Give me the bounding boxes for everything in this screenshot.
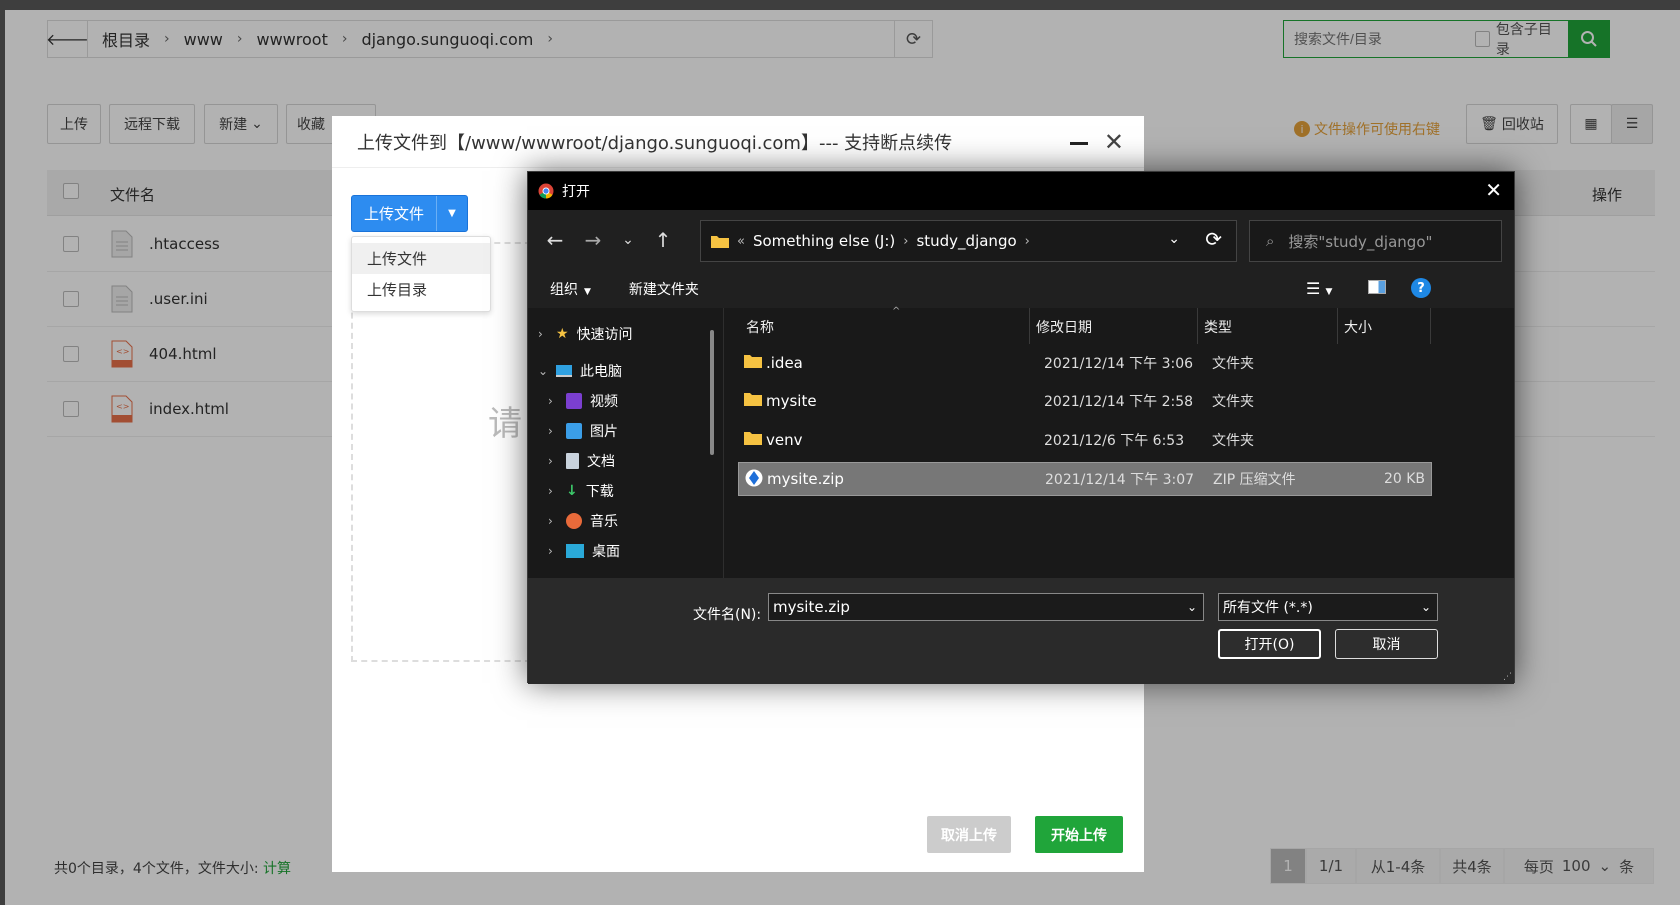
dialog-titlebar: 打开 <box>528 172 1514 210</box>
list-item[interactable]: .idea 2021/12/14 下午 3:06 文件夹 <box>738 346 1432 380</box>
dialog-search-input[interactable]: ⌕ 搜索"study_django" <box>1249 220 1502 262</box>
folder-icon <box>711 236 729 248</box>
zip-file-icon <box>745 469 763 487</box>
filetype-select[interactable]: 所有文件 (*.*) ⌄ <box>1218 593 1438 621</box>
download-icon: ↓ <box>566 483 578 499</box>
nav-quick-access[interactable]: › ★ 快速访问 <box>538 324 633 344</box>
col-type[interactable]: 类型 <box>1204 308 1232 346</box>
file-list: ^ 名称 修改日期 类型 大小 .idea 2021/12/14 下午 3:06 文… <box>724 306 1514 578</box>
menu-upload-folder[interactable]: 上传目录 <box>352 274 490 305</box>
dialog-title: 打开 <box>562 184 590 200</box>
address-bar[interactable]: « Something else (J:) › study_django › ⌄… <box>700 220 1237 262</box>
nav-scrollbar[interactable] <box>710 330 714 455</box>
back-arrow-icon[interactable]: ← <box>536 228 574 252</box>
help-icon[interactable]: ? <box>1411 278 1431 298</box>
sort-up-icon: ^ <box>892 306 901 317</box>
nav-music[interactable]: › 音乐 <box>548 511 618 531</box>
nav-pictures[interactable]: › 图片 <box>548 421 618 441</box>
music-icon <box>566 513 582 529</box>
drop-hint: 请 <box>488 404 522 444</box>
video-icon <box>566 393 582 409</box>
upload-menu: 上传文件 上传目录 <box>351 236 491 312</box>
navigation-pane: › ★ 快速访问 ⌄ 此电脑 › 视频 › 图片 › 文档 › ↓ 下载 › 音乐 › 桌面 <box>528 308 724 578</box>
open-file-dialog: 打开 ✕ ← → ⌄ ↑ « Something else (J:) › stu… <box>527 171 1515 684</box>
nav-desktop[interactable]: › 桌面 <box>548 541 620 561</box>
forward-arrow-icon[interactable]: → <box>574 228 612 252</box>
nav-documents[interactable]: › 文档 <box>548 451 615 471</box>
path-segment-drive[interactable]: Something else (J:) <box>753 232 895 250</box>
folder-icon <box>744 393 762 406</box>
dialog-nav-row: ← → ⌄ ↑ « Something else (J:) › study_dj… <box>528 210 1514 270</box>
col-size[interactable]: 大小 <box>1344 308 1372 346</box>
chevron-down-icon[interactable]: ⌄ <box>1421 600 1431 614</box>
cancel-upload-button[interactable]: 取消上传 <box>927 816 1011 853</box>
folder-icon <box>744 355 762 368</box>
picture-icon <box>566 423 582 439</box>
preview-pane-icon[interactable] <box>1368 280 1386 294</box>
computer-icon <box>556 365 572 377</box>
folder-icon <box>744 432 762 445</box>
refresh-icon[interactable]: ⟳ <box>1205 227 1222 251</box>
close-icon[interactable]: ✕ <box>1104 128 1124 156</box>
chrome-icon <box>538 183 554 199</box>
dialog-bottom: 文件名(N): mysite.zip ⌄ 所有文件 (*.*) ⌄ 打开(O) 取消… <box>528 578 1514 684</box>
filename-label: 文件名(N): <box>693 607 762 623</box>
dialog-close-icon[interactable]: ✕ <box>1485 178 1502 202</box>
chevron-down-icon[interactable]: ⌄ <box>1187 600 1197 614</box>
open-button[interactable]: 打开(O) <box>1218 629 1321 659</box>
view-options-icon[interactable]: ☰ ▼ <box>1306 279 1332 298</box>
nav-this-pc[interactable]: ⌄ 此电脑 <box>538 361 622 381</box>
desktop-icon <box>566 544 584 558</box>
up-arrow-icon[interactable]: ↑ <box>644 228 682 252</box>
list-item[interactable]: mysite 2021/12/14 下午 2:58 文件夹 <box>738 384 1432 418</box>
col-name[interactable]: 名称 <box>746 308 774 346</box>
list-item[interactable]: venv 2021/12/6 下午 6:53 文件夹 <box>738 423 1432 457</box>
search-icon: ⌕ <box>1266 232 1275 250</box>
organize-button[interactable]: 组织 ▼ <box>550 279 591 299</box>
star-icon: ★ <box>556 326 569 342</box>
nav-downloads[interactable]: › ↓ 下载 <box>548 481 614 501</box>
resize-grip-icon[interactable]: ⋰ <box>1503 672 1512 682</box>
overflow-icon: « <box>737 233 745 249</box>
recent-chevron-icon[interactable]: ⌄ <box>612 232 644 248</box>
upload-modal-title: 上传文件到【/www/wwwroot/django.sunguoqi.com】-… <box>332 116 1144 168</box>
document-icon <box>566 453 579 469</box>
list-item-selected[interactable]: mysite.zip 2021/12/14 下午 3:07 ZIP 压缩文件 20 K… <box>738 462 1432 496</box>
filename-input[interactable]: mysite.zip ⌄ <box>768 593 1204 621</box>
start-upload-button[interactable]: 开始上传 <box>1035 816 1123 853</box>
chevron-down-icon[interactable]: ⌄ <box>1168 231 1180 247</box>
minimize-icon[interactable] <box>1070 142 1088 145</box>
upload-file-button[interactable]: 上传文件 ▼ <box>351 195 468 232</box>
caret-down-icon[interactable]: ▼ <box>437 196 467 231</box>
menu-upload-file[interactable]: 上传文件 <box>352 243 490 274</box>
dialog-toolbar: 组织 ▼ 新建文件夹 ☰ ▼ ? <box>528 270 1514 308</box>
new-folder-button[interactable]: 新建文件夹 <box>629 279 699 299</box>
col-date[interactable]: 修改日期 <box>1036 308 1092 346</box>
nav-videos[interactable]: › 视频 <box>548 391 618 411</box>
path-segment-folder[interactable]: study_django <box>916 232 1016 250</box>
cancel-button[interactable]: 取消 <box>1335 629 1438 659</box>
